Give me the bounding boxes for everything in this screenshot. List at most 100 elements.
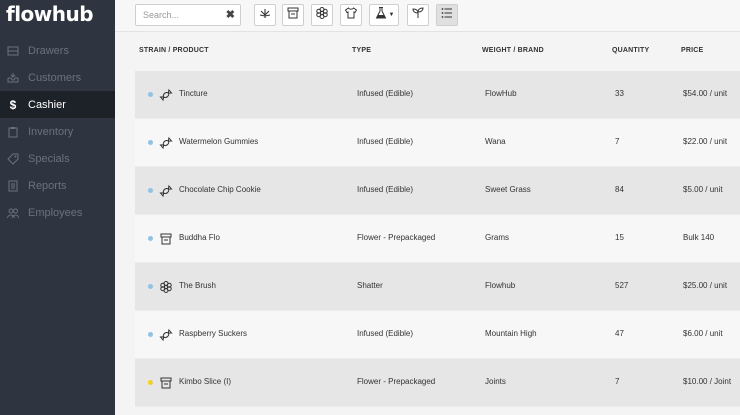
sidebar-item-label: Cashier — [28, 98, 66, 111]
product-name: Kimbo Slice (I) — [179, 377, 232, 386]
candy-icon — [159, 88, 173, 102]
product-name: Tincture — [179, 89, 208, 98]
sidebar-item-label: Drawers — [28, 44, 69, 57]
flask-icon — [374, 6, 388, 25]
product-quantity: 47 — [615, 329, 624, 338]
sprout-icon — [411, 6, 425, 25]
sidebar-item-cashier[interactable]: $ Cashier — [0, 91, 115, 118]
filter-concentrate-dropdown[interactable]: ▼ — [369, 4, 399, 26]
column-header-quantity[interactable]: QUANTITY — [612, 47, 649, 54]
product-brand: Grams — [485, 233, 509, 242]
product-price: $5.00 / unit — [683, 185, 723, 194]
product-name: Buddha Flo — [179, 233, 220, 242]
sidebar-nav: Drawers Customers $ Cashier Inventory Sp… — [0, 37, 115, 226]
tag-icon — [6, 152, 20, 166]
sidebar-item-customers[interactable]: Customers — [0, 64, 115, 91]
toolbar: ✖ ▼ — [115, 0, 740, 32]
product-brand: Flowhub — [485, 281, 516, 290]
table-row[interactable]: Watermelon Gummies Infused (Edible) Wana 7 $… — [135, 119, 740, 167]
column-header-price[interactable]: PRICE — [681, 47, 703, 54]
filter-flower-button[interactable] — [311, 4, 333, 26]
product-quantity: 7 — [615, 377, 620, 386]
product-type: Infused (Edible) — [357, 185, 414, 194]
product-quantity: 527 — [615, 281, 629, 290]
sidebar-item-label: Employees — [28, 206, 83, 219]
sidebar-item-specials[interactable]: Specials — [0, 145, 115, 172]
table-header: STRAIN / PRODUCT TYPE WEIGHT / BRAND QUA… — [135, 40, 740, 68]
search-box: ✖ — [135, 4, 241, 26]
clipboard-icon — [6, 125, 20, 139]
column-header-brand[interactable]: WEIGHT / BRAND — [482, 47, 544, 54]
table-row[interactable]: Tincture Infused (Edible) FlowHub 33 $54.00 … — [135, 71, 740, 119]
filter-cannabis-button[interactable] — [254, 4, 276, 26]
product-name: Watermelon Gummies — [179, 137, 259, 146]
list-view-button[interactable] — [436, 4, 458, 26]
sidebar-item-inventory[interactable]: Inventory — [0, 118, 115, 145]
sidebar-item-label: Customers — [28, 71, 82, 84]
product-price: $54.00 / unit — [683, 89, 728, 98]
product-brand: Joints — [485, 377, 506, 386]
product-price: $10.00 / Joint — [683, 377, 732, 386]
product-brand: Mountain High — [485, 329, 537, 338]
product-price: $6.00 / unit — [683, 329, 723, 338]
column-header-type[interactable]: TYPE — [352, 47, 371, 54]
jar-icon — [159, 232, 173, 246]
product-type: Infused (Edible) — [357, 89, 414, 98]
column-header-product[interactable]: STRAIN / PRODUCT — [139, 47, 209, 54]
product-type: Flower - Prepackaged — [357, 377, 436, 386]
sidebar-item-drawers[interactable]: Drawers — [0, 37, 115, 64]
sidebar-item-reports[interactable]: Reports — [0, 172, 115, 199]
product-price: $22.00 / unit — [683, 137, 728, 146]
inbox-icon — [6, 71, 20, 85]
product-brand: Sweet Grass — [485, 185, 531, 194]
filter-jar-button[interactable] — [282, 4, 304, 26]
table-row[interactable]: Chocolate Chip Cookie Infused (Edible) Swe… — [135, 167, 740, 215]
product-price: Bulk 140 — [683, 233, 715, 242]
filter-plant-button[interactable] — [407, 4, 429, 26]
candy-icon — [159, 328, 173, 342]
status-dot — [148, 92, 153, 97]
status-dot — [148, 236, 153, 241]
product-quantity: 84 — [615, 185, 624, 194]
product-type: Infused (Edible) — [357, 137, 414, 146]
search-input[interactable] — [136, 5, 216, 25]
sidebar-item-employees[interactable]: Employees — [0, 199, 115, 226]
product-type: Infused (Edible) — [357, 329, 414, 338]
status-dot — [148, 140, 153, 145]
jar-icon — [159, 376, 173, 390]
sidebar-item-label: Inventory — [28, 125, 74, 138]
filter-apparel-button[interactable] — [340, 4, 362, 26]
status-dot — [148, 380, 153, 385]
product-type: Flower - Prepackaged — [357, 233, 436, 242]
flower-icon — [159, 280, 173, 294]
sidebar-item-label: Specials — [28, 152, 70, 165]
product-brand: FlowHub — [485, 89, 517, 98]
product-quantity: 15 — [615, 233, 624, 242]
flowhub-logo[interactable]: flowhub — [6, 2, 94, 26]
flower-icon — [315, 6, 329, 25]
status-dot — [148, 332, 153, 337]
drawer-icon — [6, 44, 20, 58]
product-quantity: 33 — [615, 89, 624, 98]
status-dot — [148, 188, 153, 193]
candy-icon — [159, 136, 173, 150]
sidebar-item-label: Reports — [28, 179, 67, 192]
table-row[interactable]: Buddha Flo Flower - Prepackaged Grams 15 Bul… — [135, 215, 740, 263]
list-view-icon — [440, 6, 454, 25]
product-name: Chocolate Chip Cookie — [179, 185, 261, 194]
product-quantity: 7 — [615, 137, 620, 146]
clear-search-icon[interactable]: ✖ — [226, 8, 235, 22]
product-name: The Brush — [179, 281, 216, 290]
product-table: Tincture Infused (Edible) FlowHub 33 $54.00 … — [135, 71, 740, 407]
product-type: Shatter — [357, 281, 383, 290]
table-row[interactable]: Kimbo Slice (I) Flower - Prepackaged Joint… — [135, 359, 740, 407]
candy-icon — [159, 184, 173, 198]
report-icon — [6, 179, 20, 193]
jar-icon — [286, 6, 300, 25]
product-price: $25.00 / unit — [683, 281, 728, 290]
table-row[interactable]: Raspberry Suckers Infused (Edible) Mountai… — [135, 311, 740, 359]
cannabis-leaf-icon — [258, 6, 272, 25]
status-dot — [148, 284, 153, 289]
shirt-icon — [344, 6, 358, 25]
table-row[interactable]: The Brush Shatter Flowhub 527 $25.00 / unit — [135, 263, 740, 311]
